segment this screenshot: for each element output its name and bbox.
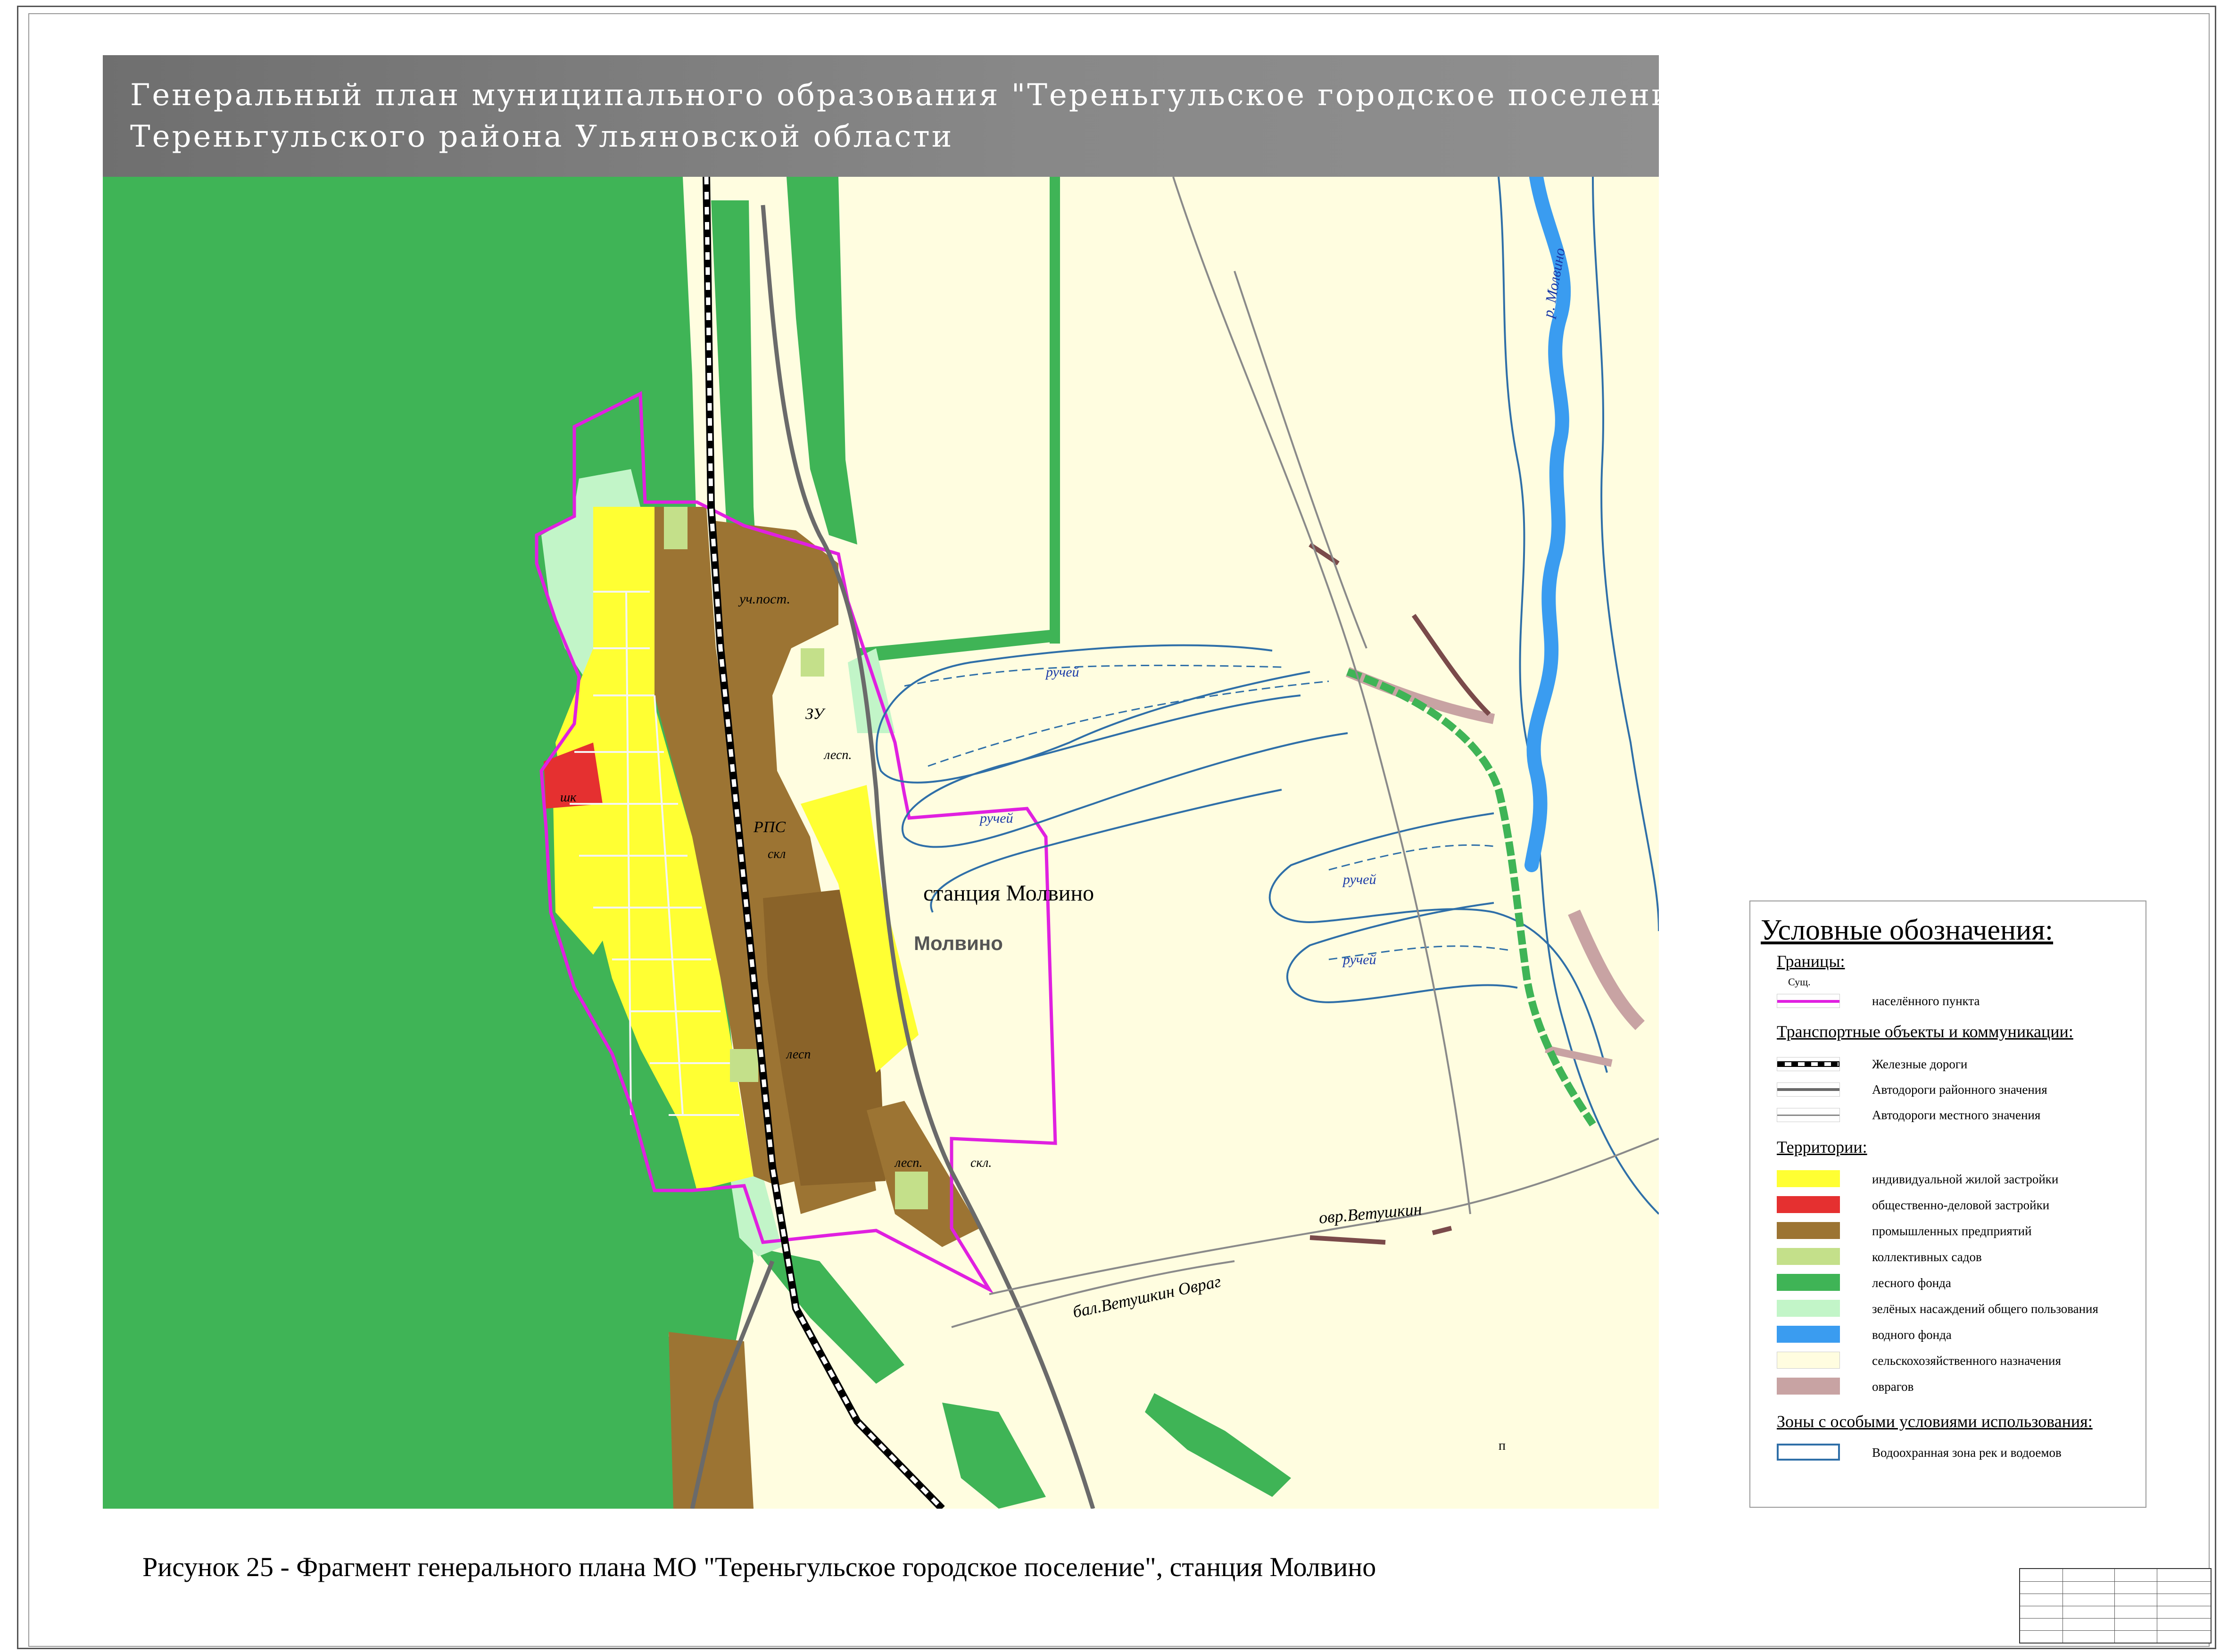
label-skl-2: скл. bbox=[970, 1156, 992, 1170]
legend-symbol-green-public bbox=[1777, 1300, 1840, 1317]
legend-symbol-agricultural bbox=[1777, 1352, 1840, 1369]
map-title-line-1: Генеральный план муниципального образова… bbox=[130, 78, 1709, 113]
legend-section-zones: Зоны с особыми условиями использования: bbox=[1777, 1412, 2093, 1431]
legend-symbol-gardens bbox=[1777, 1248, 1840, 1265]
label-uch-post: уч.пост. bbox=[738, 591, 790, 607]
title-block-stamp bbox=[2019, 1568, 2212, 1644]
label-settlement-molvino: Молвино bbox=[914, 932, 1003, 954]
legend-symbol-railways bbox=[1777, 1057, 1840, 1071]
label-station: станция Молвино bbox=[923, 881, 1094, 906]
legend-symbol-ravines bbox=[1777, 1378, 1840, 1395]
legend-symbol-industrial bbox=[1777, 1222, 1840, 1239]
figure-caption: Рисунок 25 - Фрагмент генерального плана… bbox=[142, 1552, 1376, 1582]
legend-symbol-water-fund bbox=[1777, 1326, 1840, 1343]
legend-sush-label: Сущ. bbox=[1788, 976, 1811, 988]
legend-symbol-individual-housing bbox=[1777, 1170, 1840, 1187]
legend-label-individual-housing: индивидуальной жилой застройки bbox=[1872, 1172, 2059, 1186]
legend-symbol-forest-fund bbox=[1777, 1274, 1840, 1291]
legend-label-local-roads: Автодороги местного значения bbox=[1872, 1108, 2041, 1122]
garden-plot-4 bbox=[801, 648, 824, 677]
legend-label-water-fund: водного фонда bbox=[1872, 1328, 1952, 1342]
legend-label-railways: Железные дороги bbox=[1872, 1057, 1968, 1071]
label-les-3: лесп bbox=[786, 1047, 811, 1062]
legend-section-boundaries: Границы: bbox=[1777, 952, 1845, 971]
legend-symbol-local-roads bbox=[1777, 1108, 1840, 1122]
map-title-line-2: Тереньгульского района Ульяновской облас… bbox=[130, 119, 954, 154]
label-stream-4: ручей bbox=[1342, 952, 1376, 967]
legend-section-territories: Территории: bbox=[1777, 1138, 1867, 1156]
label-stream-1: ручей bbox=[1045, 664, 1079, 680]
label-les-2: лесп. bbox=[894, 1156, 922, 1170]
legend-label-gardens: коллективных садов bbox=[1872, 1250, 1982, 1264]
garden-plot-3 bbox=[895, 1172, 928, 1209]
label-rps: РПС bbox=[753, 818, 786, 836]
legend-label-green-public: зелёных насаждений общего пользования bbox=[1872, 1302, 2098, 1316]
label-stream-3: ручей bbox=[1342, 872, 1376, 887]
map-area[interactable]: станция Молвино Молвино уч.пост. ЗУ РПС … bbox=[103, 177, 1659, 1509]
legend-symbol-district-roads bbox=[1777, 1082, 1840, 1097]
legend: Условные обозначения: Границы: Сущ. насе… bbox=[1749, 900, 2146, 1508]
title-band: Генеральный план муниципального образова… bbox=[103, 55, 1707, 177]
label-p: п bbox=[1499, 1438, 1506, 1453]
legend-symbol-settlement-boundary bbox=[1777, 994, 1840, 1008]
label-skl: скл bbox=[768, 847, 786, 861]
legend-label-forest-fund: лесного фонда bbox=[1872, 1276, 1951, 1290]
legend-section-transport: Транспортные объекты и коммуникации: bbox=[1777, 1022, 2073, 1041]
forest-belt-vertical bbox=[1050, 177, 1060, 644]
legend-symbol-public-business bbox=[1777, 1196, 1840, 1213]
label-stream-2: ручей bbox=[979, 810, 1013, 826]
garden-plot-1 bbox=[664, 507, 688, 549]
legend-label-public-business: общественно-деловой застройки bbox=[1872, 1198, 2050, 1212]
legend-title: Условные обозначения: bbox=[1761, 914, 2054, 946]
label-shk: шк bbox=[560, 790, 577, 805]
legend-label-ravines: оврагов bbox=[1872, 1379, 1914, 1394]
legend-label-industrial: промышленных предприятий bbox=[1872, 1224, 2032, 1238]
garden-plot-2 bbox=[730, 1049, 758, 1082]
legend-label-water-protection: Водоохранная зона рек и водоемов bbox=[1872, 1446, 2062, 1460]
legend-symbol-water-protection bbox=[1777, 1444, 1840, 1461]
legend-label-settlement-boundary: населённого пункта bbox=[1872, 994, 1980, 1008]
label-les-1: лесп. bbox=[823, 748, 852, 762]
legend-label-district-roads: Автодороги районного значения bbox=[1872, 1082, 2047, 1097]
label-zu: ЗУ bbox=[805, 705, 826, 723]
legend-label-agricultural: сельскохозяйственного назначения bbox=[1872, 1354, 2061, 1368]
